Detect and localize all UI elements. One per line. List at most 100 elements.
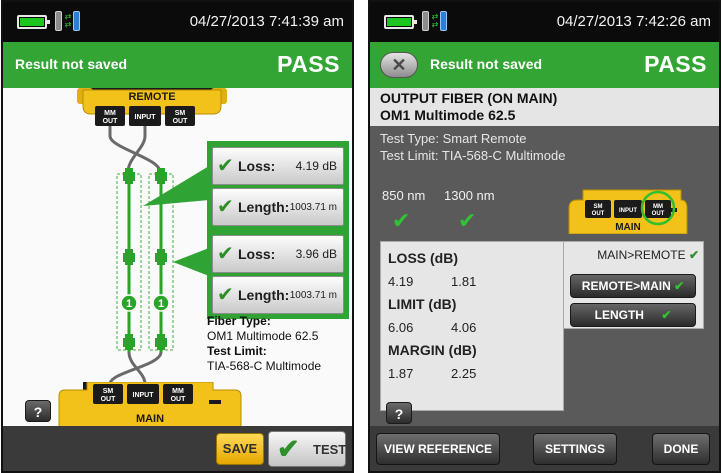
remote-unit-title: REMOTE [128, 91, 175, 103]
pass-check-icon: ✔ [217, 196, 234, 218]
heading-line2: OM1 Multimode 62.5 [380, 107, 516, 123]
wavelength-1300-check-icon: ✔ [458, 208, 477, 233]
battery-icon [384, 15, 417, 29]
test-info: Test Type: Smart Remote Test Limit: TIA-… [380, 130, 565, 164]
result-status: Result not saved [15, 56, 128, 72]
main-to-remote-tab[interactable]: MAIN>REMOTE ✔ [597, 248, 699, 262]
svg-text:1: 1 [126, 298, 132, 310]
main-port-sm-out: SM [103, 388, 114, 395]
main-port-mm-out: MM [172, 388, 184, 395]
result-card-upper[interactable]: ✔ Loss: 4.19 dB ✔ Length: 1003.71 m [207, 141, 349, 231]
svg-text:OUT: OUT [103, 118, 119, 125]
cable-top-a [108, 126, 162, 173]
datetime: 04/27/2013 7:42:26 am [556, 13, 711, 30]
loss-value: 4.19 dB [295, 159, 337, 173]
test-button[interactable]: ✔ TEST [268, 431, 346, 467]
fiber-info: Fiber Type: OM1 Multimode 62.5 Test Limi… [207, 314, 321, 374]
remote-port-sm-out: SM [175, 110, 186, 117]
status-bar: ⇄ ⇄ 04/27/2013 7:41:39 am [3, 2, 352, 42]
remote-unit-icon [440, 11, 447, 31]
diagram-area: REMOTE MM OUT INPUT SM OUT 1 1 ✔ Loss: 4… [3, 88, 352, 428]
detail-area: Test Type: Smart Remote Test Limit: TIA-… [370, 126, 719, 430]
svg-text:OUT: OUT [592, 211, 605, 217]
result-card-lower[interactable]: ✔ Loss: 3.96 dB ✔ Length: 1003.71 m [207, 229, 349, 319]
status-bar: ⇄ ⇄ 04/27/2013 7:42:26 am [370, 2, 719, 42]
save-button[interactable]: SAVE [216, 433, 264, 465]
fiber-heading: OUTPUT FIBER (ON MAIN) OM1 Multimode 62.… [370, 88, 719, 126]
limit-header: LIMIT (dB) [388, 296, 457, 312]
check-icon: ✔ [277, 434, 300, 464]
callout-pointer-upper [143, 166, 209, 206]
pass-check-icon: ✔ [217, 155, 234, 177]
svg-text:OUT: OUT [173, 118, 189, 125]
loss-1300: 1.81 [451, 274, 477, 289]
main-unit-icon [55, 11, 62, 31]
remote-unit-icon [73, 11, 80, 31]
port-mm-out: MM [653, 204, 663, 210]
heading-line1: OUTPUT FIBER (ON MAIN) [380, 90, 558, 106]
results-screen-diagram: ⇄ ⇄ 04/27/2013 7:41:39 am Result not save… [1, 0, 354, 473]
length-button[interactable]: LENGTH ✔ [570, 303, 696, 327]
margin-header: MARGIN (dB) [388, 342, 477, 358]
test-limit-label: Test Limit: [207, 344, 267, 358]
wavelength-1300: 1300 nm [444, 188, 495, 203]
limit-1300: 4.06 [451, 320, 477, 335]
main-unit-title: MAIN [136, 413, 164, 425]
length-row: ✔ Length: 1003.71 m [212, 188, 344, 226]
margin-1300: 2.25 [451, 366, 477, 381]
result-bar: ✕ Result not saved PASS [370, 42, 719, 88]
cable-bottom-b [108, 351, 163, 385]
remote-to-main-button[interactable]: REMOTE>MAIN ✔ [570, 274, 696, 298]
link-arrows-icon: ⇄ ⇄ [431, 12, 439, 29]
back-button[interactable]: ✕ [380, 52, 418, 78]
help-button[interactable]: ? [386, 402, 412, 424]
remote-port-input: INPUT [135, 114, 157, 121]
pass-label: PASS [644, 51, 707, 77]
bottom-toolbar: VIEW REFERENCE SETTINGS DONE [370, 426, 719, 471]
bottom-toolbar: SAVE ✔ TEST [3, 426, 352, 471]
svg-text:1: 1 [158, 298, 164, 310]
fiber-type-label: Fiber Type: [207, 314, 271, 328]
loss-row: ✔ Loss: 4.19 dB [212, 147, 344, 185]
wavelength-850-check-icon: ✔ [392, 208, 411, 233]
result-bar: Result not saved PASS [3, 42, 352, 88]
callout-pointer-lower [173, 248, 209, 276]
test-type: Test Type: Smart Remote [380, 131, 527, 146]
length-value: 1003.71 m [289, 202, 337, 213]
svg-text:OUT: OUT [101, 396, 117, 403]
pass-check-icon: ✔ [217, 284, 234, 306]
cable-top-b [126, 126, 147, 173]
length-value: 1003.71 m [289, 290, 337, 301]
main-unit: SM OUT INPUT MM OUT MAIN [58, 382, 242, 428]
loss-header: LOSS (dB) [388, 250, 458, 266]
settings-button[interactable]: SETTINGS [533, 433, 617, 465]
loss-row: ✔ Loss: 3.96 dB [212, 235, 344, 273]
port-sm-out: SM [594, 204, 603, 210]
remote-port-mm-out: MM [104, 110, 116, 117]
help-button[interactable]: ? [25, 400, 51, 422]
view-reference-button[interactable]: VIEW REFERENCE [376, 433, 500, 465]
svg-text:OUT: OUT [171, 396, 187, 403]
loss-value: 3.96 dB [295, 247, 337, 261]
pass-label: PASS [277, 51, 340, 77]
length-row: ✔ Length: 1003.71 m [212, 276, 344, 314]
main-unit-graphic: SM OUT INPUT MM OUT MAIN [568, 189, 688, 234]
link-arrows-icon: ⇄ ⇄ [64, 12, 72, 29]
test-limit: Test Limit: TIA-568-C Multimode [380, 148, 566, 163]
check-icon: ✔ [661, 308, 672, 322]
main-port-input: INPUT [133, 392, 155, 399]
check-icon: ✔ [688, 248, 699, 262]
main-unit-icon [422, 11, 429, 31]
done-button[interactable]: DONE [652, 433, 710, 465]
pass-check-icon: ✔ [217, 243, 234, 265]
margin-850: 1.87 [388, 366, 414, 381]
close-icon: ✕ [391, 55, 407, 75]
datetime: 04/27/2013 7:41:39 am [189, 13, 344, 30]
test-limit-value: TIA-568-C Multimode [207, 359, 322, 373]
limit-850: 6.06 [388, 320, 414, 335]
svg-text:OUT: OUT [652, 211, 665, 217]
port-input: INPUT [619, 208, 637, 214]
wavelength-850: 850 nm [382, 188, 426, 203]
main-unit-title: MAIN [615, 222, 641, 233]
battery-icon [17, 15, 50, 29]
